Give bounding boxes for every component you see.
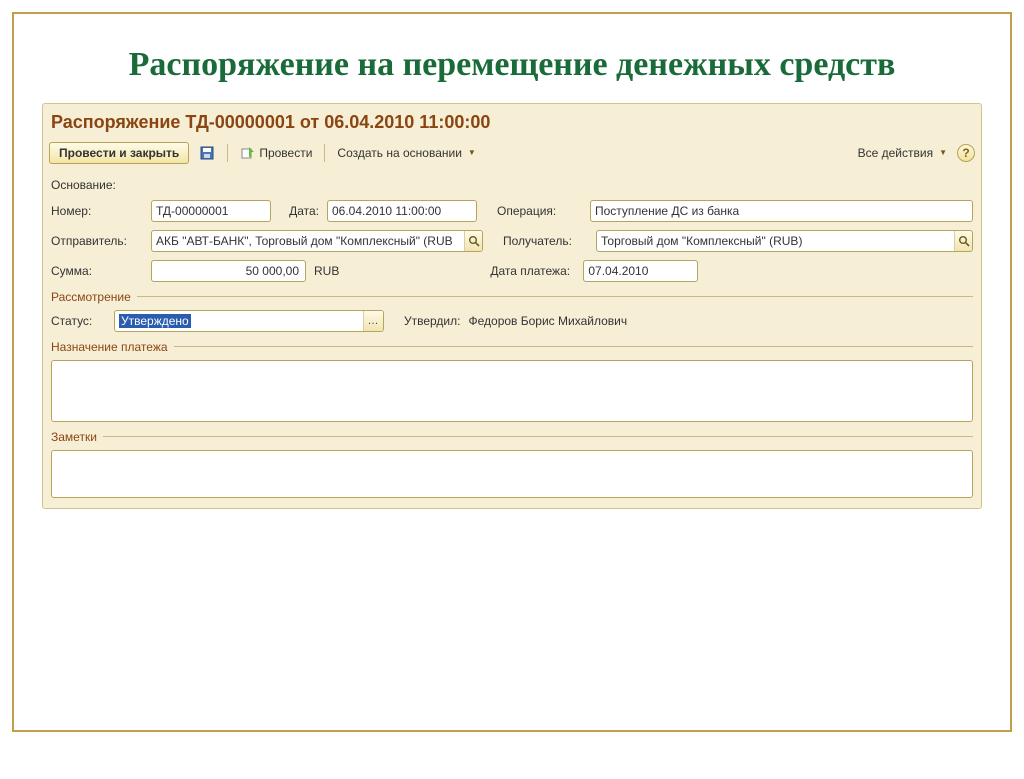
create-based-label: Создать на основании xyxy=(337,146,462,160)
date-label: Дата: xyxy=(279,204,319,218)
operation-value: Поступление ДС из банка xyxy=(595,204,739,218)
number-field[interactable]: ТД-00000001 xyxy=(151,200,271,222)
create-based-on-button[interactable]: Создать на основании ▼ xyxy=(330,142,482,164)
submit-and-close-label: Провести и закрыть xyxy=(59,146,179,160)
document-title: Распоряжение ТД-00000001 от 06.04.2010 1… xyxy=(49,108,975,139)
all-actions-label: Все действия xyxy=(858,146,933,160)
approved-by-value: Федоров Борис Михайлович xyxy=(468,314,627,328)
basis-label: Основание: xyxy=(51,178,143,192)
recipient-value: Торговый дом "Комплексный" (RUB) xyxy=(601,234,802,248)
group-notes: Заметки xyxy=(51,430,973,444)
toolbar: Провести и закрыть Провести Создать на о… xyxy=(49,139,975,172)
sender-field[interactable]: АКБ "АВТ-БАНК", Торговый дом "Комплексны… xyxy=(151,230,483,252)
operation-field[interactable]: Поступление ДС из банка xyxy=(590,200,973,222)
submit-button[interactable]: Провести xyxy=(233,141,319,165)
group-purpose: Назначение платежа xyxy=(51,340,973,354)
status-value: Утверждено xyxy=(119,314,191,328)
status-label: Статус: xyxy=(51,314,106,328)
amount-value: 50 000,00 xyxy=(246,264,299,278)
help-button[interactable]: ? xyxy=(957,144,975,162)
submit-and-close-button[interactable]: Провести и закрыть xyxy=(49,142,189,164)
payment-date-value: 07.04.2010 xyxy=(588,264,648,278)
approved-by-label: Утвердил: xyxy=(404,314,460,328)
sender-label: Отправитель: xyxy=(51,234,143,248)
chevron-down-icon: ▼ xyxy=(468,148,476,157)
all-actions-button[interactable]: Все действия ▼ xyxy=(851,142,954,164)
currency-label: RUB xyxy=(314,264,339,278)
number-value: ТД-00000001 xyxy=(156,204,228,218)
chevron-down-icon: ▼ xyxy=(939,148,947,157)
slide-title: Распоряжение на перемещение денежных сре… xyxy=(42,44,982,87)
recipient-label: Получатель: xyxy=(503,234,588,248)
notes-textarea[interactable] xyxy=(51,450,973,498)
app-panel: Распоряжение ТД-00000001 от 06.04.2010 1… xyxy=(42,103,982,509)
magnifier-icon[interactable] xyxy=(954,231,972,251)
status-field[interactable]: Утверждено … xyxy=(114,310,384,332)
toolbar-separator xyxy=(227,144,228,162)
magnifier-icon[interactable] xyxy=(464,231,482,251)
group-review: Рассмотрение xyxy=(51,290,973,304)
slide-frame: Распоряжение на перемещение денежных сре… xyxy=(12,12,1012,732)
date-field[interactable]: 06.04.2010 11:00:00 xyxy=(327,200,477,222)
group-review-label: Рассмотрение xyxy=(51,290,131,304)
post-icon xyxy=(240,145,256,161)
number-label: Номер: xyxy=(51,204,143,218)
payment-date-field[interactable]: 07.04.2010 xyxy=(583,260,698,282)
toolbar-separator xyxy=(324,144,325,162)
amount-label: Сумма: xyxy=(51,264,143,278)
date-value: 06.04.2010 11:00:00 xyxy=(332,204,441,218)
recipient-field[interactable]: Торговый дом "Комплексный" (RUB) xyxy=(596,230,973,252)
ellipsis-button[interactable]: … xyxy=(363,311,383,331)
amount-field[interactable]: 50 000,00 xyxy=(151,260,306,282)
payment-date-label: Дата платежа: xyxy=(490,264,575,278)
floppy-icon xyxy=(199,145,215,161)
operation-label: Операция: xyxy=(497,204,582,218)
sender-value: АКБ "АВТ-БАНК", Торговый дом "Комплексны… xyxy=(156,234,453,248)
purpose-textarea[interactable] xyxy=(51,360,973,422)
submit-label: Провести xyxy=(259,146,312,160)
form-body: Основание: Номер: ТД-00000001 Дата: 06.0… xyxy=(49,172,975,500)
group-notes-label: Заметки xyxy=(51,430,97,444)
group-purpose-label: Назначение платежа xyxy=(51,340,168,354)
save-button[interactable] xyxy=(192,141,222,165)
